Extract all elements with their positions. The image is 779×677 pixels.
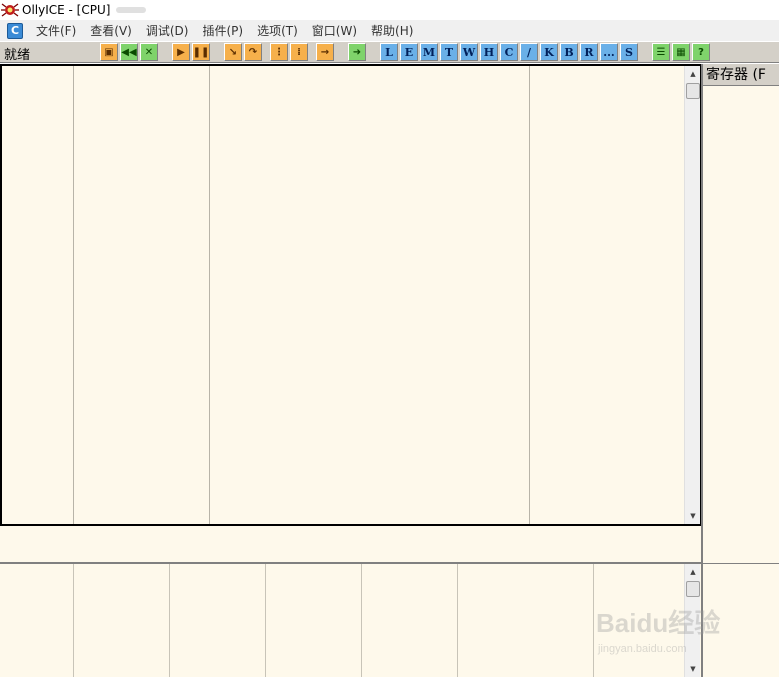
- help-icon[interactable]: ?: [692, 43, 710, 61]
- scroll-down-icon[interactable]: ▼: [685, 508, 701, 524]
- trace-toolbar-group: ⋮ ⁞: [270, 43, 308, 61]
- column-divider[interactable]: [209, 66, 210, 524]
- menu-plugins[interactable]: 插件(P): [195, 22, 250, 39]
- status-text: 就绪: [4, 48, 31, 63]
- window-title: OllyICE - [CPU]: [22, 3, 111, 17]
- scroll-up-icon[interactable]: ▲: [685, 66, 701, 82]
- title-bar: OllyICE - [CPU]: [0, 0, 779, 20]
- threads-window-button[interactable]: T: [440, 43, 458, 61]
- toolbar: 就绪 ▣ ◀◀ ✕ ▶ ❚❚ ↘ ↷ ⋮ ⁞ → ➜ L E M T W H C…: [0, 41, 779, 63]
- run-icon[interactable]: ▶: [172, 43, 190, 61]
- column-divider[interactable]: [529, 66, 530, 524]
- misc-toolbar-group: ☰ ▦ ?: [652, 43, 710, 61]
- return-toolbar-group: →: [316, 43, 334, 61]
- scroll-thumb[interactable]: [686, 581, 700, 597]
- restart-icon[interactable]: ◀◀: [120, 43, 138, 61]
- windows-window-button[interactable]: W: [460, 43, 478, 61]
- column-divider[interactable]: [361, 564, 362, 677]
- baidu-watermark: Baidu经验 jingyan.baidu.com: [596, 598, 746, 658]
- column-divider[interactable]: [73, 564, 74, 677]
- handles-window-button[interactable]: H: [480, 43, 498, 61]
- scroll-up-icon[interactable]: ▲: [685, 564, 701, 580]
- file-toolbar-group: ▣ ◀◀ ✕: [100, 43, 158, 61]
- memory-window-button[interactable]: M: [420, 43, 438, 61]
- trace-over-icon[interactable]: ⁞: [290, 43, 308, 61]
- column-divider[interactable]: [457, 564, 458, 677]
- run-trace-window-button[interactable]: ...: [600, 43, 618, 61]
- goto-icon[interactable]: ➜: [348, 43, 366, 61]
- scroll-thumb[interactable]: [686, 83, 700, 99]
- menu-options[interactable]: 选项(T): [250, 22, 305, 39]
- close-icon[interactable]: ✕: [140, 43, 158, 61]
- column-divider[interactable]: [73, 66, 74, 524]
- cpu-window-button[interactable]: C: [500, 43, 518, 61]
- trace-into-icon[interactable]: ⋮: [270, 43, 288, 61]
- disassembly-scrollbar[interactable]: ▲ ▼: [684, 66, 700, 524]
- breakpoints-window-button[interactable]: B: [560, 43, 578, 61]
- menu-bar: C 文件(F) 查看(V) 调试(D) 插件(P) 选项(T) 窗口(W) 帮助…: [0, 20, 779, 41]
- menu-debug[interactable]: 调试(D): [139, 22, 196, 39]
- goto-toolbar-group: ➜: [348, 43, 366, 61]
- log-window-button[interactable]: L: [380, 43, 398, 61]
- disassembly-pane[interactable]: ▲ ▼: [0, 64, 701, 526]
- modules-window-button[interactable]: E: [400, 43, 418, 61]
- open-icon[interactable]: ▣: [100, 43, 118, 61]
- step-into-icon[interactable]: ↘: [224, 43, 242, 61]
- patches-window-button[interactable]: /: [520, 43, 538, 61]
- list-icon[interactable]: ☰: [652, 43, 670, 61]
- step-over-icon[interactable]: ↷: [244, 43, 262, 61]
- menu-file[interactable]: 文件(F): [29, 22, 83, 39]
- grid-icon[interactable]: ▦: [672, 43, 690, 61]
- column-divider[interactable]: [265, 564, 266, 677]
- blurred-title-suffix: [116, 7, 147, 13]
- step-toolbar-group: ↘ ↷: [224, 43, 262, 61]
- pause-icon[interactable]: ❚❚: [192, 43, 210, 61]
- references-window-button[interactable]: R: [580, 43, 598, 61]
- menu-view[interactable]: 查看(V): [83, 22, 139, 39]
- call-stack-window-button[interactable]: K: [540, 43, 558, 61]
- info-pane[interactable]: [0, 526, 701, 564]
- run-toolbar-group: ▶ ❚❚: [172, 43, 210, 61]
- mdi-window-icon[interactable]: C: [7, 22, 23, 39]
- ollydbg-bug-icon[interactable]: [1, 1, 19, 19]
- source-window-button[interactable]: S: [620, 43, 638, 61]
- scroll-down-icon[interactable]: ▼: [685, 661, 701, 677]
- registers-header[interactable]: 寄存器 (F: [703, 64, 779, 86]
- watermark-url: jingyan.baidu.com: [597, 643, 687, 655]
- menu-window[interactable]: 窗口(W): [305, 22, 364, 39]
- menu-help[interactable]: 帮助(H): [364, 22, 420, 39]
- column-divider[interactable]: [593, 564, 594, 677]
- execute-till-return-icon[interactable]: →: [316, 43, 334, 61]
- watermark-brand: Baidu经验: [596, 608, 720, 638]
- column-divider[interactable]: [169, 564, 170, 677]
- registers-stack-divider: [703, 563, 779, 564]
- registers-pane[interactable]: 寄存器 (F: [701, 64, 779, 677]
- window-letters-group: L E M T W H C / K B R ... S: [380, 43, 638, 61]
